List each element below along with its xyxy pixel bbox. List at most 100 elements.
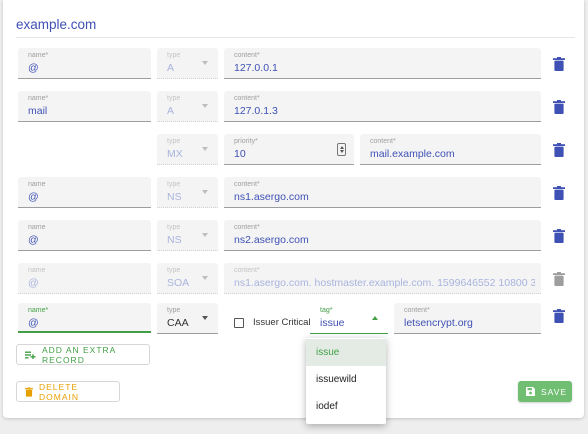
record-content-field[interactable]: content* 127.0.0.1 <box>224 48 541 79</box>
field-value: CAA <box>167 317 189 329</box>
record-name-field[interactable]: name @ <box>18 177 151 208</box>
field-value: 127.0.0.1 <box>234 62 278 74</box>
add-record-button[interactable]: ADD AN EXTRA RECORD <box>16 344 150 365</box>
field-value: ns1.asergo.com <box>234 191 309 203</box>
record-name-field: name @ <box>18 263 151 294</box>
record-name-field[interactable]: name @ <box>18 220 151 251</box>
record-content-field[interactable]: content* ns1.asergo.com <box>224 177 541 208</box>
chevron-down-icon <box>202 233 208 237</box>
floppy-disk-icon <box>526 387 535 396</box>
field-label: name <box>28 224 46 231</box>
number-stepper-icon[interactable] <box>337 143 346 156</box>
delete-record-icon[interactable] <box>553 57 565 71</box>
record-type-select[interactable]: type A <box>157 48 218 79</box>
field-label: name* <box>28 307 49 314</box>
delete-record-icon[interactable] <box>553 143 565 157</box>
field-label: content* <box>234 224 260 231</box>
field-label: type <box>167 224 181 231</box>
field-label: content* <box>370 138 396 145</box>
chevron-down-icon <box>202 147 208 151</box>
delete-record-icon <box>553 272 565 286</box>
field-value: NS <box>167 234 182 246</box>
field-label: tag* <box>320 307 333 314</box>
chevron-down-icon <box>202 276 208 280</box>
field-value: mail <box>28 105 48 117</box>
field-label: type <box>167 52 181 59</box>
field-label: name* <box>28 95 49 102</box>
field-label: priority* <box>234 138 258 145</box>
chevron-down-icon <box>202 190 208 194</box>
delete-record-icon[interactable] <box>553 100 565 114</box>
record-content-field[interactable]: content* ns2.asergo.com <box>224 220 541 251</box>
trash-icon <box>25 386 33 397</box>
record-name-field[interactable]: name* @ <box>18 48 151 79</box>
menu-item-issuewild[interactable]: issuewild <box>306 366 386 393</box>
record-type-select[interactable]: type CAA <box>157 303 218 334</box>
field-value: letsencrypt.org <box>404 317 473 329</box>
field-value: 10 <box>234 148 246 160</box>
field-label: content* <box>234 181 260 188</box>
menu-item-iodef[interactable]: iodef <box>306 393 386 420</box>
domain-title: example.com <box>16 17 97 32</box>
save-label: SAVE <box>541 386 568 397</box>
record-type-select[interactable]: type A <box>157 91 218 122</box>
field-label: name <box>28 267 46 274</box>
record-content-field[interactable]: content* 127.0.1.3 <box>224 91 541 122</box>
add-record-label: ADD AN EXTRA RECORD <box>42 344 116 365</box>
record-type-select[interactable]: type NS <box>157 177 218 208</box>
field-label: content* <box>234 267 260 274</box>
record-tag-select[interactable]: tag* issue <box>310 303 388 334</box>
field-label: content* <box>234 52 260 59</box>
field-label: type <box>167 181 181 188</box>
field-value: @ <box>28 277 39 289</box>
record-content-field[interactable]: content* mail.example.com <box>360 134 541 165</box>
record-type-select[interactable]: type NS <box>157 220 218 251</box>
issuer-critical-label: Issuer Critical <box>253 317 311 328</box>
delete-record-icon[interactable] <box>553 186 565 200</box>
domain-card: example.com name* @ type A content* 127.… <box>3 0 584 418</box>
delete-domain-button[interactable]: DELETE DOMAIN <box>16 381 120 402</box>
record-content-field: content* ns1.asergo.com. hostmaster.exam… <box>224 263 541 294</box>
record-priority-field[interactable]: priority* 10 <box>224 134 354 165</box>
chevron-up-icon <box>372 316 378 320</box>
field-label: name* <box>28 52 49 59</box>
field-value: issue <box>320 317 345 329</box>
field-label: content* <box>404 307 430 314</box>
field-label: type <box>167 95 181 102</box>
title-divider <box>16 37 575 38</box>
field-label: type <box>167 307 181 314</box>
record-type-select[interactable]: type MX <box>157 134 218 165</box>
field-value: SOA <box>167 277 190 289</box>
field-label: type <box>167 138 181 145</box>
save-button[interactable]: SAVE <box>518 381 572 402</box>
field-value: ns1.asergo.com. hostmaster.example.com. … <box>234 277 535 289</box>
menu-item-issue[interactable]: issue <box>306 339 386 366</box>
field-value: ns2.asergo.com <box>234 234 309 246</box>
playlist-add-icon <box>25 351 36 359</box>
chevron-down-icon <box>202 104 208 108</box>
delete-domain-label: DELETE DOMAIN <box>39 381 79 402</box>
field-value: A <box>167 62 175 74</box>
chevron-down-icon <box>202 316 208 320</box>
field-label: name <box>28 181 46 188</box>
field-label: type <box>167 267 181 274</box>
field-value: @ <box>28 234 39 246</box>
field-value: A <box>167 105 175 117</box>
record-content-field[interactable]: content* letsencrypt.org <box>394 303 541 334</box>
delete-record-icon[interactable] <box>553 229 565 243</box>
field-label: content* <box>234 95 260 102</box>
field-value: NS <box>167 191 182 203</box>
field-value: @ <box>28 62 39 74</box>
record-type-select: type SOA <box>157 263 218 294</box>
issuer-critical-checkbox[interactable] <box>234 318 244 328</box>
tag-dropdown-menu: issue issuewild iodef <box>306 338 386 424</box>
field-value: mail.example.com <box>370 148 455 160</box>
field-value: @ <box>28 191 39 203</box>
record-name-field[interactable]: name* mail <box>18 91 151 122</box>
field-value: MX <box>167 148 183 160</box>
record-name-field[interactable]: name* @ <box>18 303 151 333</box>
delete-record-icon[interactable] <box>553 309 565 323</box>
chevron-down-icon <box>202 61 208 65</box>
field-value: @ <box>28 317 39 329</box>
field-value: 127.0.1.3 <box>234 105 278 117</box>
